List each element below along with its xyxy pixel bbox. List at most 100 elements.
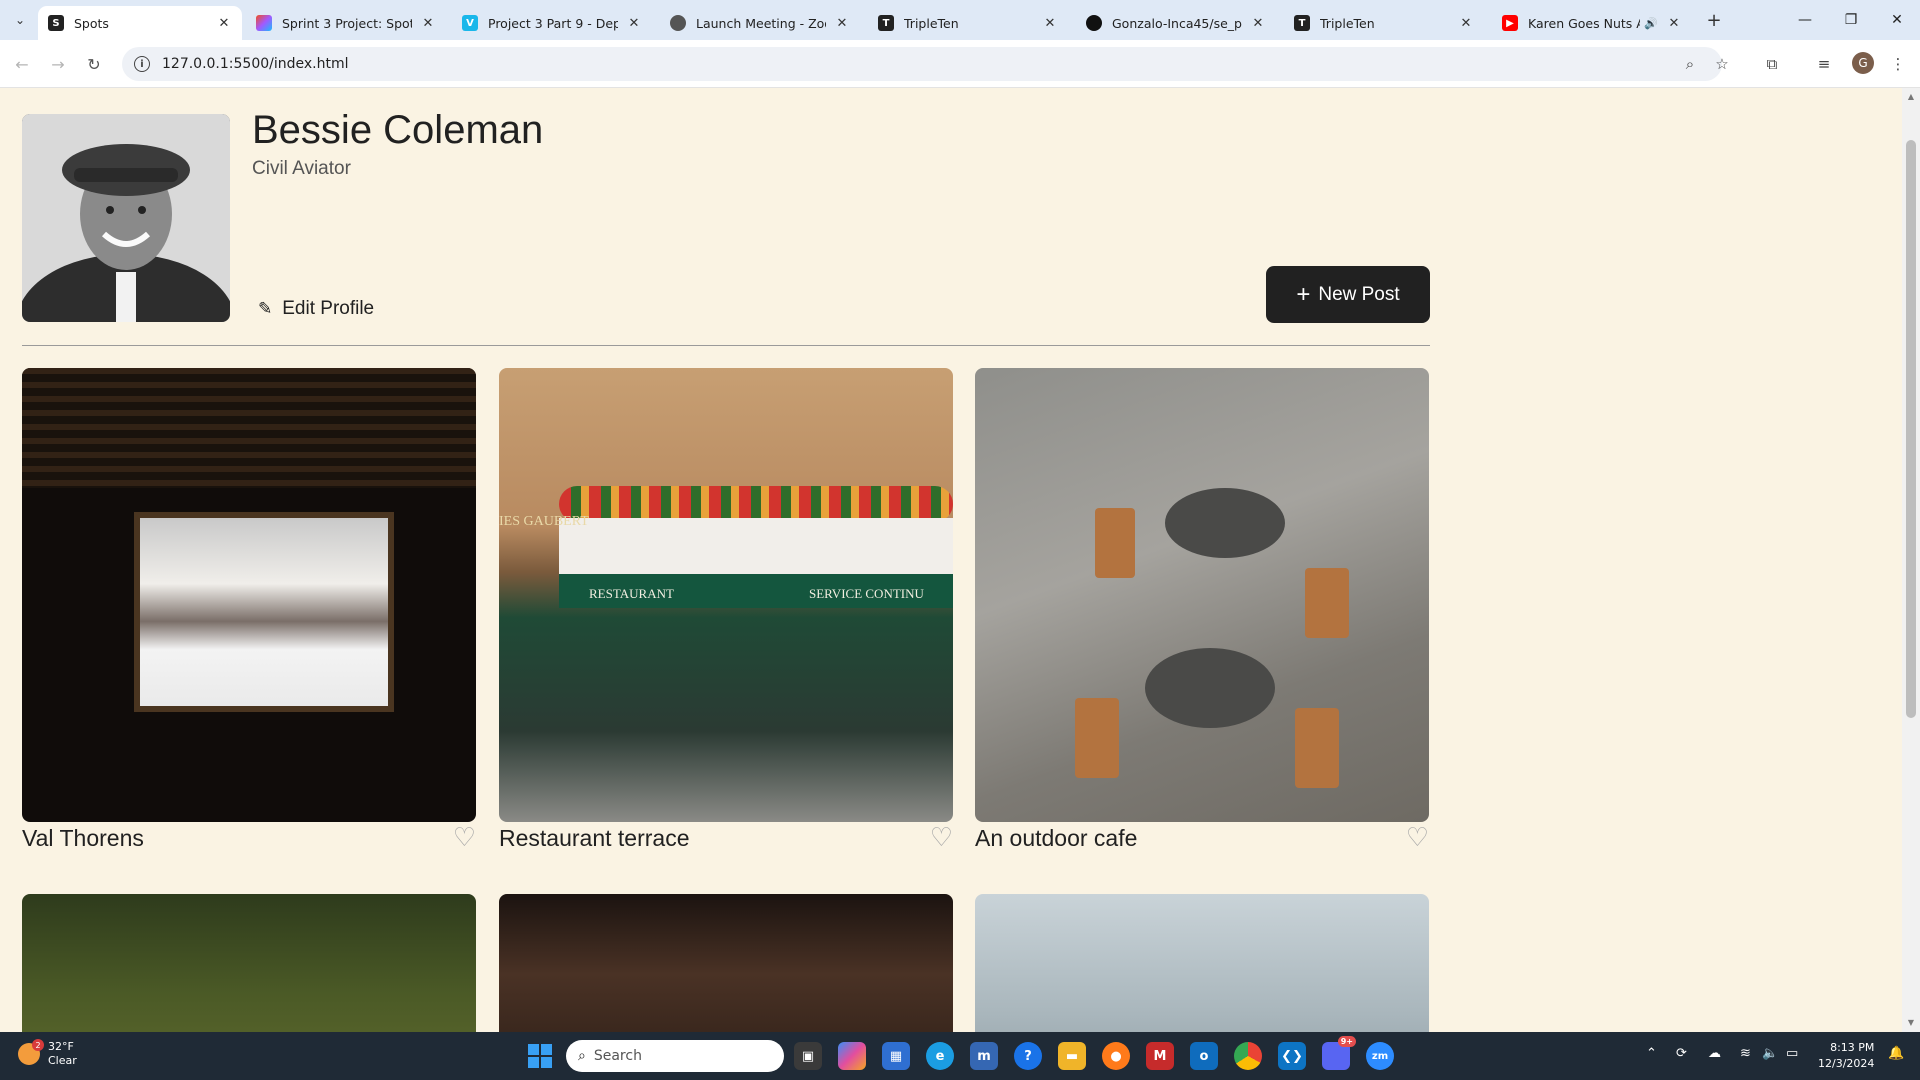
cafe-chair-shape: [1095, 508, 1135, 578]
chrome-icon[interactable]: [1234, 1042, 1262, 1070]
cafe-table-shape: [1145, 648, 1275, 728]
tray-chevron-icon[interactable]: ⌃: [1646, 1046, 1657, 1061]
vimeo-favicon-icon: V: [462, 15, 478, 31]
media-control-icon[interactable]: ≡: [1812, 52, 1836, 76]
card-image[interactable]: [975, 368, 1429, 822]
like-heart-icon[interactable]: ♡: [930, 825, 953, 851]
chrome-menu-icon[interactable]: ⋮: [1886, 52, 1910, 76]
globe-favicon-icon: [670, 15, 686, 31]
onedrive-icon[interactable]: ☁: [1708, 1046, 1721, 1061]
close-icon[interactable]: ✕: [420, 15, 436, 31]
profile-description: Civil Aviator: [252, 158, 351, 179]
tab-tripleten-2[interactable]: T TripleTen ✕: [1284, 6, 1484, 40]
extensions-icon[interactable]: ⧉: [1760, 52, 1784, 76]
youtube-favicon-icon: ▶: [1502, 15, 1518, 31]
profile-avatar[interactable]: G: [1852, 52, 1874, 74]
mcafee-icon[interactable]: M: [1146, 1042, 1174, 1070]
store-icon[interactable]: ▦: [882, 1042, 910, 1070]
card-image[interactable]: RESTAURANT SERVICE CONTINU IES GAUBERT: [499, 368, 953, 822]
tab-sprint3[interactable]: Sprint 3 Project: Spots – F ✕: [246, 6, 446, 40]
profile-name: Bessie Coleman: [252, 108, 544, 152]
card-title: Restaurant terrace: [499, 824, 690, 851]
address-bar[interactable]: i 127.0.0.1:5500/index.html: [122, 47, 1722, 81]
bookmark-star-icon[interactable]: ☆: [1710, 52, 1734, 76]
notification-bell-icon[interactable]: 🔔: [1888, 1046, 1904, 1061]
task-view-icon[interactable]: ▣: [794, 1042, 822, 1070]
mdp-app-icon[interactable]: m: [970, 1042, 998, 1070]
forward-icon[interactable]: →: [46, 52, 70, 76]
volume-icon[interactable]: 🔈: [1762, 1046, 1778, 1061]
sync-icon[interactable]: ⟳: [1676, 1046, 1687, 1061]
close-icon[interactable]: ✕: [216, 15, 232, 31]
card: [499, 894, 953, 1032]
close-icon[interactable]: ✕: [834, 15, 850, 31]
browser-toolbar: ← → ↻ i 127.0.0.1:5500/index.html ⌕ ☆ ⧉ …: [0, 40, 1920, 88]
weather-sun-icon: 2: [18, 1039, 44, 1065]
wifi-icon[interactable]: ≋: [1740, 1046, 1751, 1061]
card-title: Val Thorens: [22, 824, 144, 851]
card-image[interactable]: [499, 894, 953, 1032]
cafe-chair-shape: [1075, 698, 1119, 778]
close-icon[interactable]: ✕: [1042, 15, 1058, 31]
tripleten-favicon-icon: T: [878, 15, 894, 31]
tab-github[interactable]: Gonzalo-Inca45/se_projec ✕: [1076, 6, 1276, 40]
tab-title: Karen Goes Nuts Afte: [1528, 15, 1640, 31]
site-info-icon[interactable]: i: [134, 56, 150, 72]
facade-sign-text: IES GAUBERT: [499, 514, 589, 529]
system-clock[interactable]: 8:13 PM 12/3/2024: [1818, 1040, 1874, 1072]
edit-profile-button[interactable]: ✎ Edit Profile: [258, 298, 374, 320]
card-title: An outdoor cafe: [975, 824, 1138, 851]
firefox-icon[interactable]: ●: [1102, 1042, 1130, 1070]
tab-project3[interactable]: V Project 3 Part 9 - Deployin ✕: [452, 6, 652, 40]
card: An outdoor cafe ♡: [975, 368, 1429, 852]
minimize-icon[interactable]: —: [1782, 0, 1828, 40]
tab-search-chevron-icon[interactable]: ⌄: [8, 8, 32, 32]
zoom-icon[interactable]: ⌕: [1678, 52, 1702, 76]
edge-icon[interactable]: e: [926, 1042, 954, 1070]
scroll-thumb[interactable]: [1906, 140, 1916, 718]
discord-icon[interactable]: 9+: [1322, 1036, 1356, 1070]
tab-title: TripleTen: [1320, 15, 1375, 31]
zoom-app-icon[interactable]: zm: [1366, 1042, 1394, 1070]
tab-youtube[interactable]: ▶ Karen Goes Nuts Afte 🔊 ✕: [1492, 6, 1692, 40]
card-image[interactable]: [975, 894, 1429, 1032]
battery-icon[interactable]: ▭: [1786, 1046, 1798, 1061]
tab-spots[interactable]: S Spots ✕: [38, 6, 242, 40]
tab-title: Sprint 3 Project: Spots – F: [282, 15, 412, 31]
taskbar-search-placeholder: Search: [593, 1048, 642, 1064]
tab-title: Project 3 Part 9 - Deployin: [488, 15, 618, 31]
tab-tripleten-1[interactable]: T TripleTen ✕: [868, 6, 1068, 40]
outlook-icon[interactable]: o: [1190, 1042, 1218, 1070]
file-explorer-icon[interactable]: ▬: [1058, 1042, 1086, 1070]
new-tab-button[interactable]: +: [1702, 8, 1726, 32]
speaker-icon[interactable]: 🔊: [1644, 17, 1658, 30]
taskbar-search[interactable]: ⌕ Search: [566, 1040, 784, 1072]
like-heart-icon[interactable]: ♡: [1406, 825, 1429, 851]
pencil-icon: ✎: [258, 299, 273, 318]
scroll-up-icon[interactable]: ▲: [1906, 92, 1916, 102]
help-icon[interactable]: ?: [1014, 1042, 1042, 1070]
cafe-table-shape: [1165, 488, 1285, 558]
close-icon[interactable]: ✕: [1458, 15, 1474, 31]
card-image[interactable]: [22, 368, 476, 822]
close-icon[interactable]: ✕: [626, 15, 642, 31]
scroll-down-icon[interactable]: ▼: [1906, 1018, 1916, 1028]
like-heart-icon[interactable]: ♡: [453, 825, 476, 851]
close-icon[interactable]: ✕: [1250, 15, 1266, 31]
weather-widget[interactable]: 2 32°F Clear: [18, 1039, 77, 1068]
tab-zoom[interactable]: Launch Meeting - Zoom ✕: [660, 6, 860, 40]
windows-start-icon[interactable]: [528, 1044, 552, 1068]
vscode-icon[interactable]: ❮❯: [1278, 1042, 1306, 1070]
window-close-icon[interactable]: ✕: [1874, 0, 1920, 40]
copilot-icon[interactable]: [838, 1042, 866, 1070]
close-icon[interactable]: ✕: [1666, 15, 1682, 31]
new-post-button[interactable]: + New Post: [1266, 266, 1430, 323]
page-scrollbar[interactable]: ▲ ▼: [1902, 88, 1920, 1032]
back-icon[interactable]: ←: [10, 52, 34, 76]
weather-badge: 2: [32, 1039, 44, 1051]
restore-icon[interactable]: ❐: [1828, 0, 1874, 40]
new-post-label: New Post: [1318, 283, 1400, 305]
card: [22, 894, 476, 1032]
reload-icon[interactable]: ↻: [82, 52, 106, 76]
card-image[interactable]: [22, 894, 476, 1032]
